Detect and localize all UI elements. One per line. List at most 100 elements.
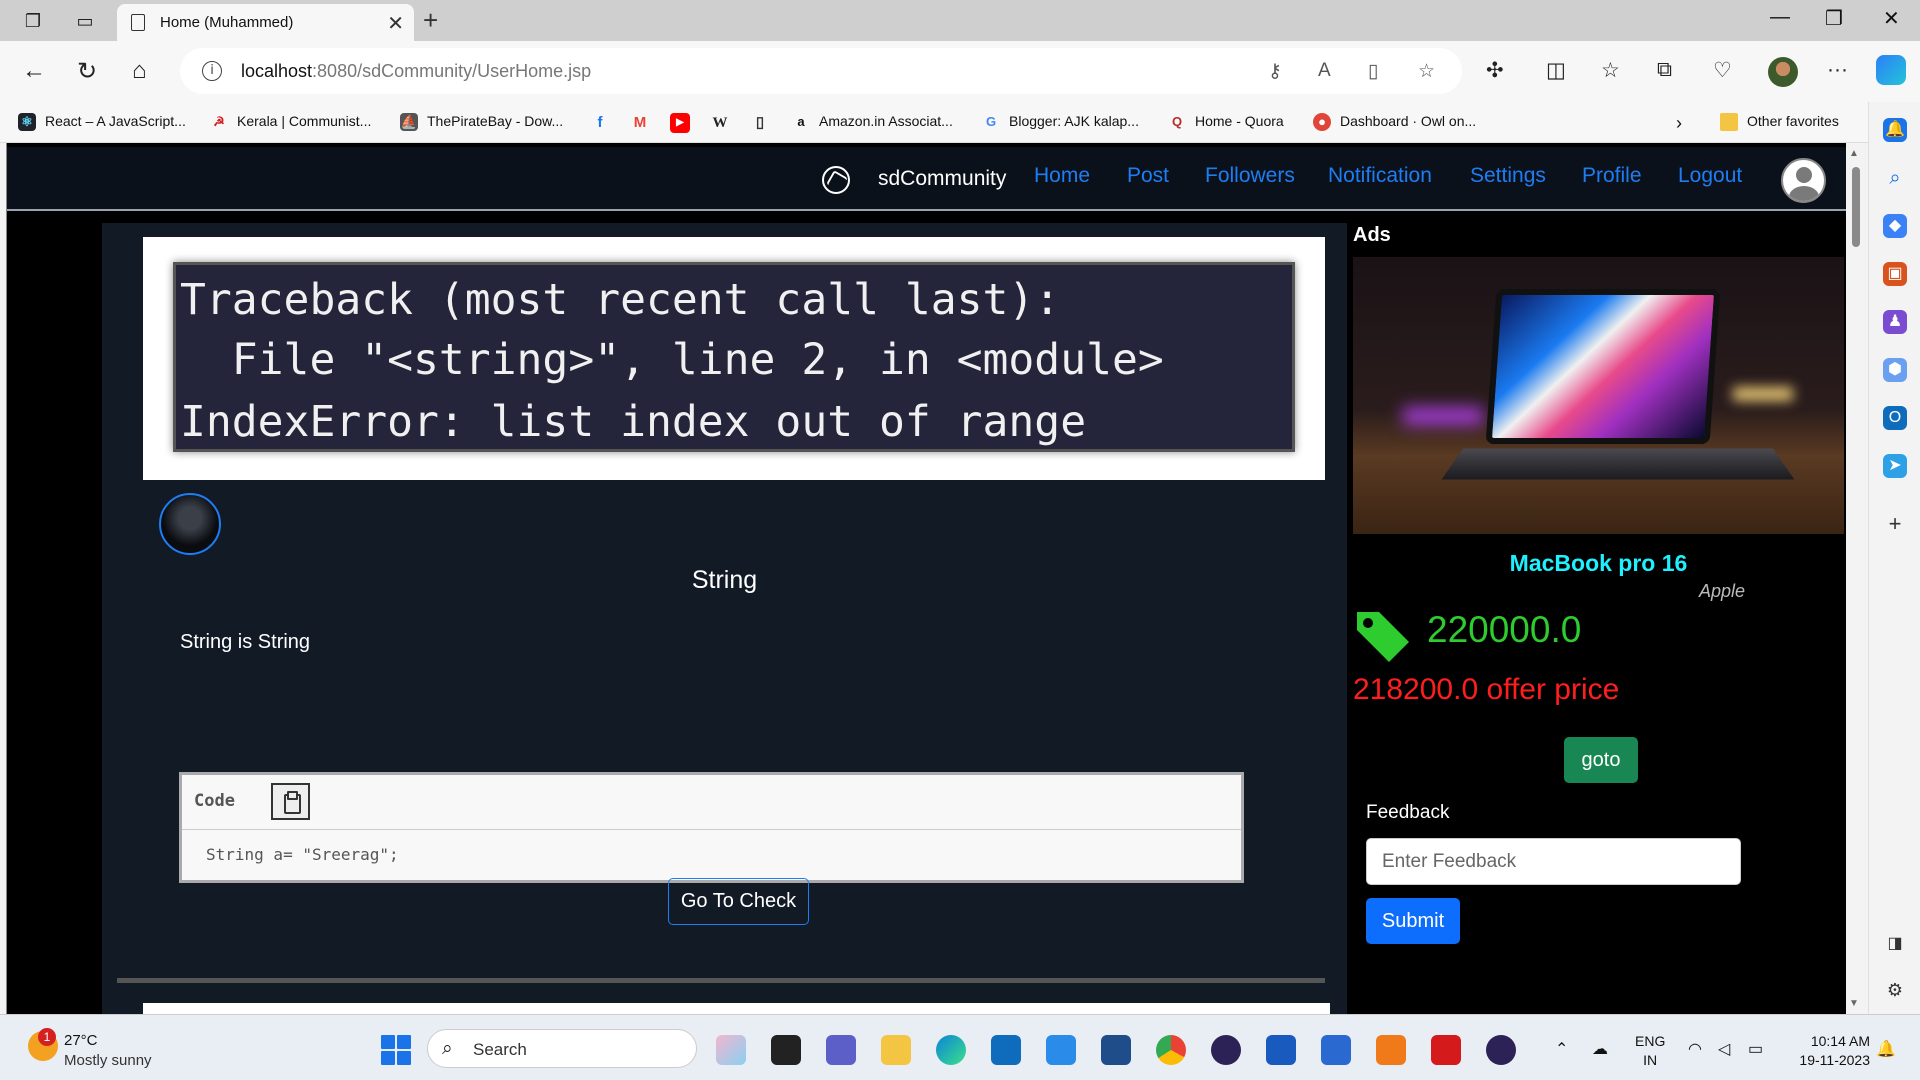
document-icon[interactable]: ▯ [750, 113, 770, 133]
notifications-icon[interactable]: 🔔 [1883, 118, 1907, 142]
microsoft-365-icon[interactable]: ⬢ [1883, 358, 1907, 382]
onedrive-icon[interactable]: ☁ [1592, 1039, 1608, 1059]
nav-logout[interactable]: Logout [1678, 164, 1742, 188]
favorites-overflow-icon[interactable]: › [1676, 113, 1682, 134]
word-icon[interactable] [1266, 1035, 1296, 1065]
immersive-reader-icon[interactable]: ▯ [1368, 60, 1378, 83]
favorites-icon[interactable]: ☆ [1601, 58, 1620, 83]
chrome-icon[interactable] [1156, 1035, 1186, 1065]
favorite-blogger[interactable]: G Blogger: AJK kalap... [982, 113, 1139, 131]
nav-notification[interactable]: Notification [1328, 164, 1432, 188]
nav-settings[interactable]: Settings [1470, 164, 1546, 188]
shopping-icon[interactable]: ◆ [1883, 214, 1907, 238]
traceback-line-2: File "<string>", line 2, in <module> [180, 335, 1164, 385]
tools-icon[interactable]: ▣ [1883, 262, 1907, 286]
close-tab-icon[interactable]: ✕ [387, 11, 404, 36]
teams-icon[interactable] [826, 1035, 856, 1065]
other-favorites[interactable]: Other favorites [1720, 113, 1839, 132]
extensions-icon[interactable]: ✣ [1486, 58, 1504, 83]
browser-essentials-icon[interactable]: ♡ [1713, 58, 1732, 83]
favorite-react[interactable]: ⚛ React – A JavaScript... [18, 113, 186, 132]
active-tab[interactable]: Home (Muhammed) ✕ [117, 4, 414, 41]
new-tab-icon[interactable]: + [423, 5, 438, 36]
sidebar-settings-icon[interactable]: ⚙ [1883, 978, 1907, 1002]
ad-product-image[interactable] [1353, 257, 1844, 534]
task-view-icon[interactable] [771, 1035, 801, 1065]
search-icon[interactable]: ⌕ [1883, 166, 1907, 190]
add-sidebar-icon[interactable]: + [1883, 512, 1907, 536]
go-to-check-button[interactable]: Go To Check [668, 878, 809, 925]
favorite-piratebay[interactable]: ⛵ ThePirateBay - Dow... [400, 113, 563, 132]
facebook-icon[interactable]: f [590, 113, 610, 133]
goto-button[interactable]: goto [1564, 737, 1638, 783]
file-explorer-icon[interactable] [881, 1035, 911, 1065]
more-menu-icon[interactable]: ··· [1827, 58, 1848, 82]
system-clock[interactable]: 10:14 AM 19-11-2023 [1782, 1032, 1870, 1070]
feedback-input[interactable] [1366, 838, 1741, 885]
favorite-amazon[interactable]: a Amazon.in Associat... [792, 113, 952, 131]
eclipse-ee-icon[interactable] [1486, 1035, 1516, 1065]
outlook-icon[interactable]: O [1883, 406, 1907, 430]
brand-name[interactable]: sdCommunity [878, 167, 1006, 191]
weather-desc[interactable]: Mostly sunny [64, 1052, 152, 1069]
taskbar-search[interactable]: ⌕ Search [427, 1029, 697, 1068]
copy-clipboard-icon[interactable] [271, 783, 310, 820]
volume-icon[interactable]: ◁ [1718, 1039, 1730, 1059]
weather-temp[interactable]: 27°C [64, 1032, 98, 1049]
edge-icon[interactable] [936, 1035, 966, 1065]
wikipedia-icon[interactable]: W [710, 113, 730, 133]
page-scrollbar[interactable] [1846, 143, 1866, 1014]
split-screen-icon[interactable]: ◫ [1546, 58, 1566, 83]
input-language[interactable]: ENG IN [1635, 1032, 1665, 1070]
vscode-icon[interactable] [1046, 1035, 1076, 1065]
laptop-base [1441, 448, 1795, 480]
favorite-kerala[interactable]: ☭ Kerala | Communist... [210, 113, 371, 131]
youtube-icon[interactable]: ▶ [670, 113, 690, 133]
close-window-icon[interactable]: ✕ [1883, 6, 1900, 31]
author-avatar[interactable] [159, 493, 221, 555]
brand-logo-icon[interactable] [822, 166, 850, 194]
back-icon[interactable]: ← [22, 57, 46, 85]
refresh-icon[interactable]: ↻ [77, 57, 97, 86]
battery-icon[interactable]: ▭ [1748, 1039, 1763, 1059]
acrobat-icon[interactable] [1431, 1035, 1461, 1065]
favorite-quora[interactable]: Q Home - Quora [1168, 113, 1284, 131]
start-icon[interactable] [381, 1035, 411, 1065]
profile-avatar[interactable] [1768, 57, 1798, 87]
workspaces-icon[interactable]: ❐ [20, 8, 46, 34]
favorite-star-icon[interactable]: ☆ [1418, 60, 1435, 83]
gmail-icon[interactable]: M [630, 113, 650, 133]
key-icon[interactable]: ⚷ [1268, 60, 1282, 83]
scrollbar-thumb[interactable] [1852, 167, 1860, 247]
notification-bell-icon[interactable]: 🔔 [1876, 1039, 1896, 1059]
minimize-icon[interactable]: — [1770, 6, 1790, 29]
scroll-up-icon[interactable]: ▲ [1849, 148, 1859, 159]
copilot-app-icon[interactable] [716, 1035, 746, 1065]
copilot-icon[interactable] [1876, 55, 1906, 85]
tray-overflow-icon[interactable]: ⌃ [1555, 1039, 1568, 1059]
drop-icon[interactable]: ➤ [1883, 454, 1907, 478]
submit-button[interactable]: Submit [1366, 898, 1460, 944]
store-icon[interactable] [991, 1035, 1021, 1065]
mysql-icon[interactable] [1101, 1035, 1131, 1065]
collections-icon[interactable]: ⧉ [1657, 58, 1672, 82]
scroll-down-icon[interactable]: ▼ [1849, 998, 1859, 1009]
office-icon[interactable] [1376, 1035, 1406, 1065]
tab-actions-icon[interactable]: ▭ [72, 8, 98, 34]
games-icon[interactable]: ♟ [1883, 310, 1907, 334]
nav-home[interactable]: Home [1034, 164, 1090, 188]
notepad-icon[interactable] [1321, 1035, 1351, 1065]
user-avatar[interactable] [1781, 158, 1826, 203]
hide-sidebar-icon[interactable]: ◨ [1883, 932, 1907, 956]
favorite-owl[interactable]: ● Dashboard · Owl on... [1313, 113, 1476, 132]
restore-icon[interactable]: ❐ [1825, 6, 1843, 31]
nav-followers[interactable]: Followers [1205, 164, 1295, 188]
address-field[interactable]: i localhost:8080/sdCommunity/UserHome.js… [180, 48, 1462, 94]
home-icon[interactable]: ⌂ [132, 57, 147, 85]
wifi-icon[interactable]: ◠ [1688, 1039, 1702, 1059]
eclipse-icon[interactable] [1211, 1035, 1241, 1065]
nav-post[interactable]: Post [1127, 164, 1169, 188]
read-aloud-icon[interactable]: A [1318, 60, 1331, 82]
site-info-icon[interactable]: i [202, 61, 222, 81]
nav-profile[interactable]: Profile [1582, 164, 1642, 188]
